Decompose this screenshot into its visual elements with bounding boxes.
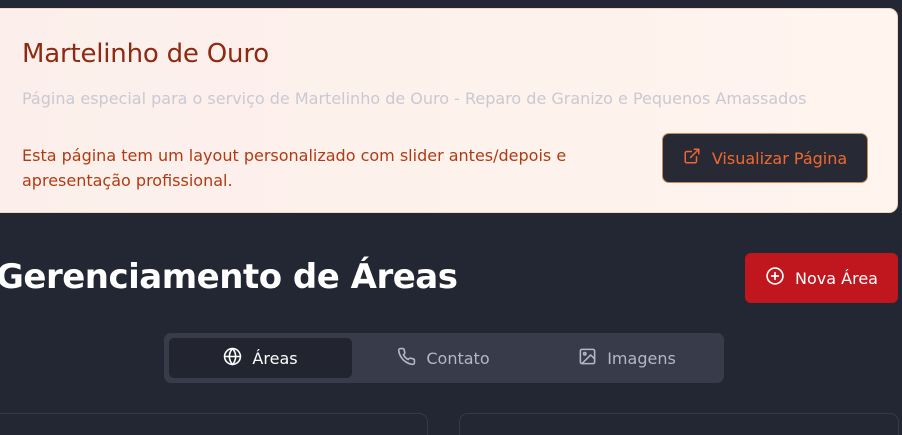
tab-imagens[interactable]: Imagens (535, 338, 719, 378)
info-card-title: Martelinho de Ouro (22, 39, 269, 69)
page-title: Gerenciamento de Áreas (0, 257, 458, 297)
page: Martelinho de Ouro Página especial para … (0, 0, 902, 435)
new-area-button-label: Nova Área (795, 268, 878, 288)
view-page-button-label: Visualizar Página (711, 148, 848, 168)
tab-contato[interactable]: Contato (352, 338, 535, 378)
external-link-icon (683, 147, 701, 169)
globe-icon (223, 347, 242, 370)
info-card-subtitle: Página especial para o serviço de Martel… (22, 89, 807, 108)
info-card: Martelinho de Ouro Página especial para … (0, 8, 898, 213)
plus-circle-icon (765, 266, 785, 290)
phone-icon (397, 347, 416, 370)
area-card (0, 413, 428, 435)
view-page-button[interactable]: Visualizar Página (662, 133, 868, 183)
new-area-button[interactable]: Nova Área (745, 253, 898, 303)
info-card-description: Esta página tem um layout personalizado … (22, 146, 567, 190)
tab-bar: Áreas Contato Imagens (164, 333, 724, 383)
tab-areas-label: Áreas (252, 348, 298, 368)
area-card (459, 413, 899, 435)
tab-contato-label: Contato (426, 348, 490, 368)
tab-areas[interactable]: Áreas (169, 338, 352, 378)
image-icon (578, 347, 597, 370)
tab-imagens-label: Imagens (607, 348, 676, 368)
